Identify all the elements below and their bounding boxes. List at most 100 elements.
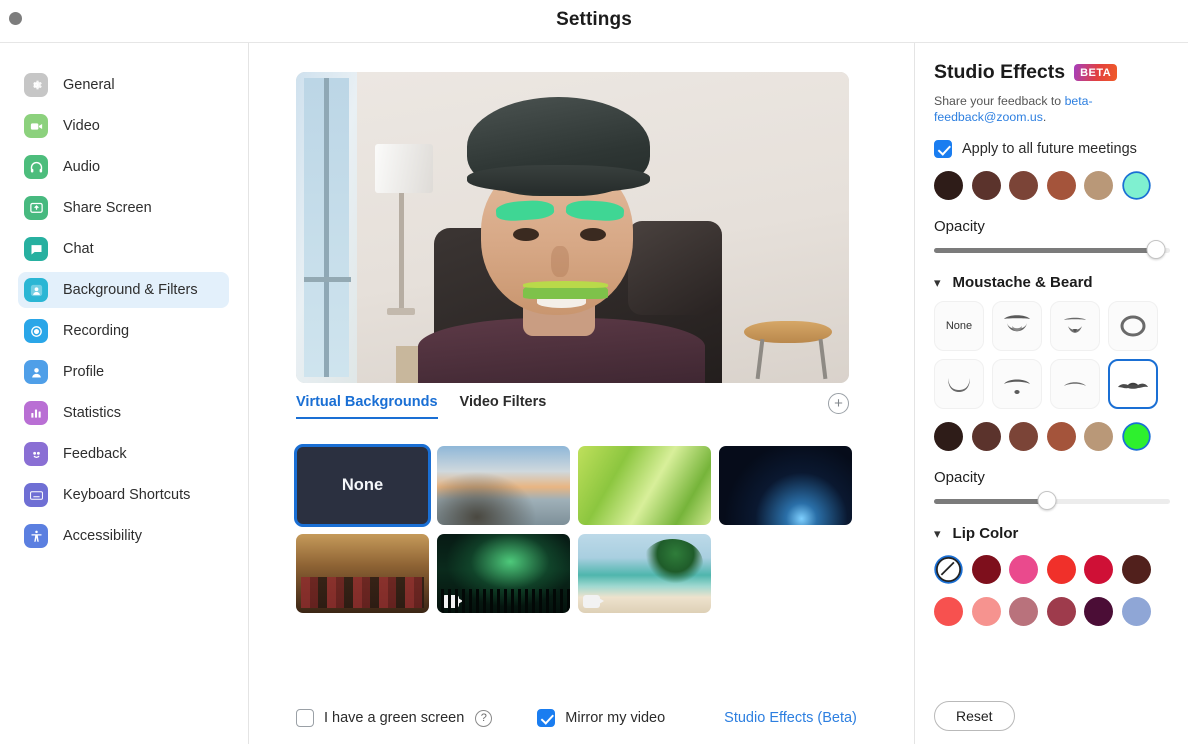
lip-color-swatch[interactable] <box>1122 597 1151 626</box>
apply-future-meetings-checkbox[interactable] <box>934 140 952 158</box>
moustache-color-swatch[interactable] <box>1047 422 1076 451</box>
slider-fill <box>934 248 1156 253</box>
studio-effects-subtitle: Share your feedback to beta-feedback@zoo… <box>934 93 1170 126</box>
eyebrow-opacity-slider[interactable] <box>934 248 1170 253</box>
background-thumbnail-golden-gate-bridge[interactable] <box>437 446 570 525</box>
person-frame-icon <box>24 278 48 302</box>
sidebar-item-accessibility[interactable]: Accessibility <box>18 518 229 554</box>
chevron-down-icon[interactable]: ▾ <box>934 527 941 540</box>
chevron-down-icon[interactable]: ▾ <box>934 276 941 289</box>
tab-video-filters[interactable]: Video Filters <box>460 394 547 417</box>
person-icon <box>24 360 48 384</box>
moustache-option-handlebar-moustache-selected[interactable] <box>1108 359 1158 409</box>
preview-chair-wing <box>628 221 722 314</box>
moustache-option-moustache-soul[interactable] <box>992 359 1042 409</box>
sidebar-item-video[interactable]: Video <box>18 108 229 144</box>
background-thumbnail-beach[interactable] <box>578 534 711 613</box>
eyebrow-color-swatch[interactable] <box>1047 171 1076 200</box>
help-icon[interactable]: ? <box>475 710 492 727</box>
moustache-color-swatch[interactable] <box>1084 422 1113 451</box>
gear-icon <box>24 73 48 97</box>
moustache-option-chin-strap[interactable] <box>934 359 984 409</box>
lip-color-section-title: Lip Color <box>953 525 1019 542</box>
green-screen-checkbox[interactable] <box>296 709 314 727</box>
lip-color-swatch[interactable] <box>934 597 963 626</box>
lip-color-swatch[interactable] <box>1047 555 1076 584</box>
lip-color-section-header[interactable]: ▾ Lip Color <box>934 525 1170 542</box>
add-background-button[interactable]: + <box>828 393 849 414</box>
studio-effects-panel: Studio Effects BETA Share your feedback … <box>915 43 1187 744</box>
moustache-color-swatch-selected[interactable] <box>1124 424 1149 449</box>
eyebrow-color-swatch[interactable] <box>1084 171 1113 200</box>
sidebar-item-profile[interactable]: Profile <box>18 354 229 390</box>
apply-future-meetings-label: Apply to all future meetings <box>962 141 1137 157</box>
sidebar-item-label: Background & Filters <box>63 282 198 298</box>
beta-badge: BETA <box>1074 64 1117 81</box>
lip-color-swatch[interactable] <box>1084 597 1113 626</box>
sidebar-item-chat[interactable]: Chat <box>18 231 229 267</box>
sidebar-item-keyboard-shortcuts[interactable]: Keyboard Shortcuts <box>18 477 229 513</box>
green-screen-label: I have a green screen <box>324 710 464 726</box>
lip-color-swatch[interactable] <box>1084 555 1113 584</box>
lip-color-swatch[interactable] <box>1122 555 1151 584</box>
sidebar-item-background-and-filters[interactable]: Background & Filters <box>18 272 229 308</box>
preview-eye-left <box>513 228 538 241</box>
moustache-option-none[interactable]: None <box>934 301 984 351</box>
moustache-option-circle-beard[interactable] <box>1108 301 1158 351</box>
sidebar-item-label: Statistics <box>63 405 121 421</box>
reset-button[interactable]: Reset <box>934 701 1015 731</box>
eyebrow-color-swatch[interactable] <box>1009 171 1038 200</box>
video-badge-icon <box>583 595 600 608</box>
chat-bubble-icon <box>24 237 48 261</box>
moustache-option-thin-moustache[interactable] <box>1050 359 1100 409</box>
sidebar-item-label: Audio <box>63 159 100 175</box>
moustache-opacity-slider[interactable] <box>934 499 1170 504</box>
sidebar-item-feedback[interactable]: Feedback <box>18 436 229 472</box>
preview-moustache-highlight <box>523 281 609 288</box>
video-preview <box>296 72 849 383</box>
slider-knob[interactable] <box>1146 240 1165 259</box>
lip-color-swatch[interactable] <box>972 555 1001 584</box>
background-thumbnail-none[interactable]: None <box>296 446 429 525</box>
eyebrow-color-swatches <box>934 171 1170 200</box>
sidebar-item-audio[interactable]: Audio <box>18 149 229 185</box>
sidebar-item-general[interactable]: General <box>18 67 229 103</box>
background-thumbnail-grass[interactable] <box>578 446 711 525</box>
share-screen-icon <box>24 196 48 220</box>
sidebar-item-label: Video <box>63 118 100 134</box>
eyebrow-color-swatch[interactable] <box>972 171 1001 200</box>
sidebar-item-statistics[interactable]: Statistics <box>18 395 229 431</box>
lip-color-swatches-row-2 <box>934 597 1170 626</box>
slider-knob[interactable] <box>1038 491 1057 510</box>
lip-color-swatch[interactable] <box>972 597 1001 626</box>
moustache-color-swatch[interactable] <box>934 422 963 451</box>
moustache-options-grid: None <box>934 301 1170 409</box>
moustache-option-goatee-small[interactable] <box>1050 301 1100 351</box>
save-button[interactable] <box>1122 709 1170 723</box>
subtitle-suffix: . <box>1043 110 1046 124</box>
tab-virtual-backgrounds[interactable]: Virtual Backgrounds <box>296 394 438 419</box>
background-thumbnail-label: None <box>296 446 429 525</box>
studio-effects-footer: Reset <box>934 701 1170 731</box>
eyebrow-color-swatch[interactable] <box>934 171 963 200</box>
preview-window-mullion <box>324 78 329 377</box>
preview-lamp-shade <box>375 144 433 194</box>
lip-color-swatch[interactable] <box>1009 555 1038 584</box>
bar-chart-icon <box>24 401 48 425</box>
sidebar-item-share-screen[interactable]: Share Screen <box>18 190 229 226</box>
preview-beanie-brim <box>467 165 649 193</box>
moustache-color-swatch[interactable] <box>972 422 1001 451</box>
studio-effects-link[interactable]: Studio Effects (Beta) <box>724 710 857 726</box>
mirror-video-checkbox[interactable] <box>537 709 555 727</box>
background-thumbnail-aurora-borealis[interactable] <box>437 534 570 613</box>
background-thumbnail-earth-from-space[interactable] <box>719 446 852 525</box>
moustache-color-swatch[interactable] <box>1009 422 1038 451</box>
lip-color-swatch[interactable] <box>1009 597 1038 626</box>
moustache-option-full-beard[interactable] <box>992 301 1042 351</box>
sidebar-item-recording[interactable]: Recording <box>18 313 229 349</box>
lip-color-swatch-none-selected[interactable] <box>936 557 961 582</box>
moustache-section-header[interactable]: ▾ Moustache & Beard <box>934 274 1170 291</box>
background-thumbnail-ballroom[interactable] <box>296 534 429 613</box>
eyebrow-color-swatch-selected[interactable] <box>1124 173 1149 198</box>
lip-color-swatch[interactable] <box>1047 597 1076 626</box>
